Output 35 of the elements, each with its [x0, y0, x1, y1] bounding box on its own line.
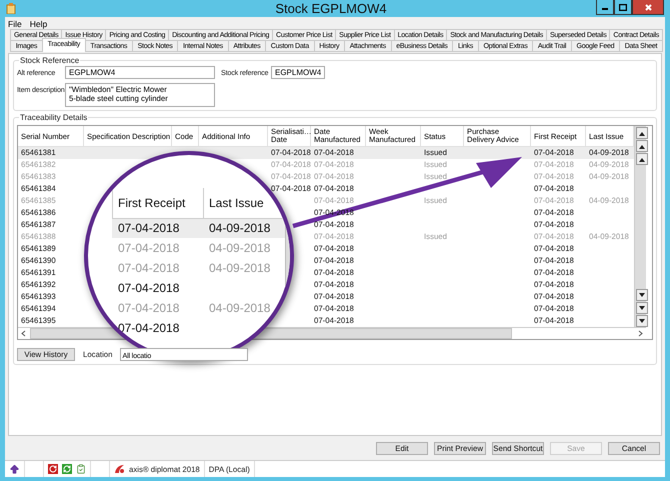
input-field[interactable]: EGPLMOW4	[271, 66, 325, 79]
group-title: Traceability Details	[19, 113, 88, 122]
menu-item[interactable]: File	[8, 18, 22, 28]
scroll-up-icon[interactable]	[636, 127, 648, 139]
scroll-up-icon[interactable]	[636, 153, 648, 165]
scroll-down-icon[interactable]	[636, 315, 648, 327]
table-cell-text: 07-04-2018	[117, 280, 180, 297]
table-cell-text: 04-09-2018	[208, 220, 272, 237]
table-cell-text: 07-04-2018	[117, 220, 180, 237]
table-cell-text: 07-04-2018	[117, 260, 180, 277]
sync-icon[interactable]	[62, 464, 72, 474]
logo-icon	[114, 464, 125, 474]
refresh-icon[interactable]	[48, 464, 58, 474]
input-field[interactable]: EGPLMOW4	[65, 66, 215, 79]
minimize-button[interactable]	[596, 0, 614, 15]
app-icon	[6, 3, 16, 14]
close-button[interactable]	[632, 0, 664, 15]
maximize-icon[interactable]	[619, 4, 627, 10]
table-cell-text: 07-04-2018	[117, 320, 180, 337]
vertical-scrollbar[interactable]	[634, 126, 646, 327]
checklist-icon[interactable]	[76, 464, 86, 474]
table-cell-text: 04-09-2018	[208, 300, 272, 317]
window-title: Stock EGPLMOW4	[275, 1, 387, 16]
menu-item[interactable]: Help	[30, 18, 48, 28]
close-icon[interactable]	[644, 4, 652, 10]
maximize-button[interactable]	[614, 0, 632, 15]
up-arrow-icon[interactable]	[9, 464, 20, 474]
table-cell-text: 04-09-2018	[208, 260, 272, 277]
table-cell-text: 07-04-2018	[117, 300, 180, 317]
table-cell-text: 07-04-2018	[117, 240, 180, 257]
table-cell-text: 04-09-2018	[208, 240, 272, 257]
scroll-up-icon[interactable]	[636, 140, 648, 152]
group-title: Stock Reference	[19, 56, 80, 65]
scroll-down-icon[interactable]	[636, 302, 648, 314]
scroll-down-icon[interactable]	[636, 289, 648, 301]
